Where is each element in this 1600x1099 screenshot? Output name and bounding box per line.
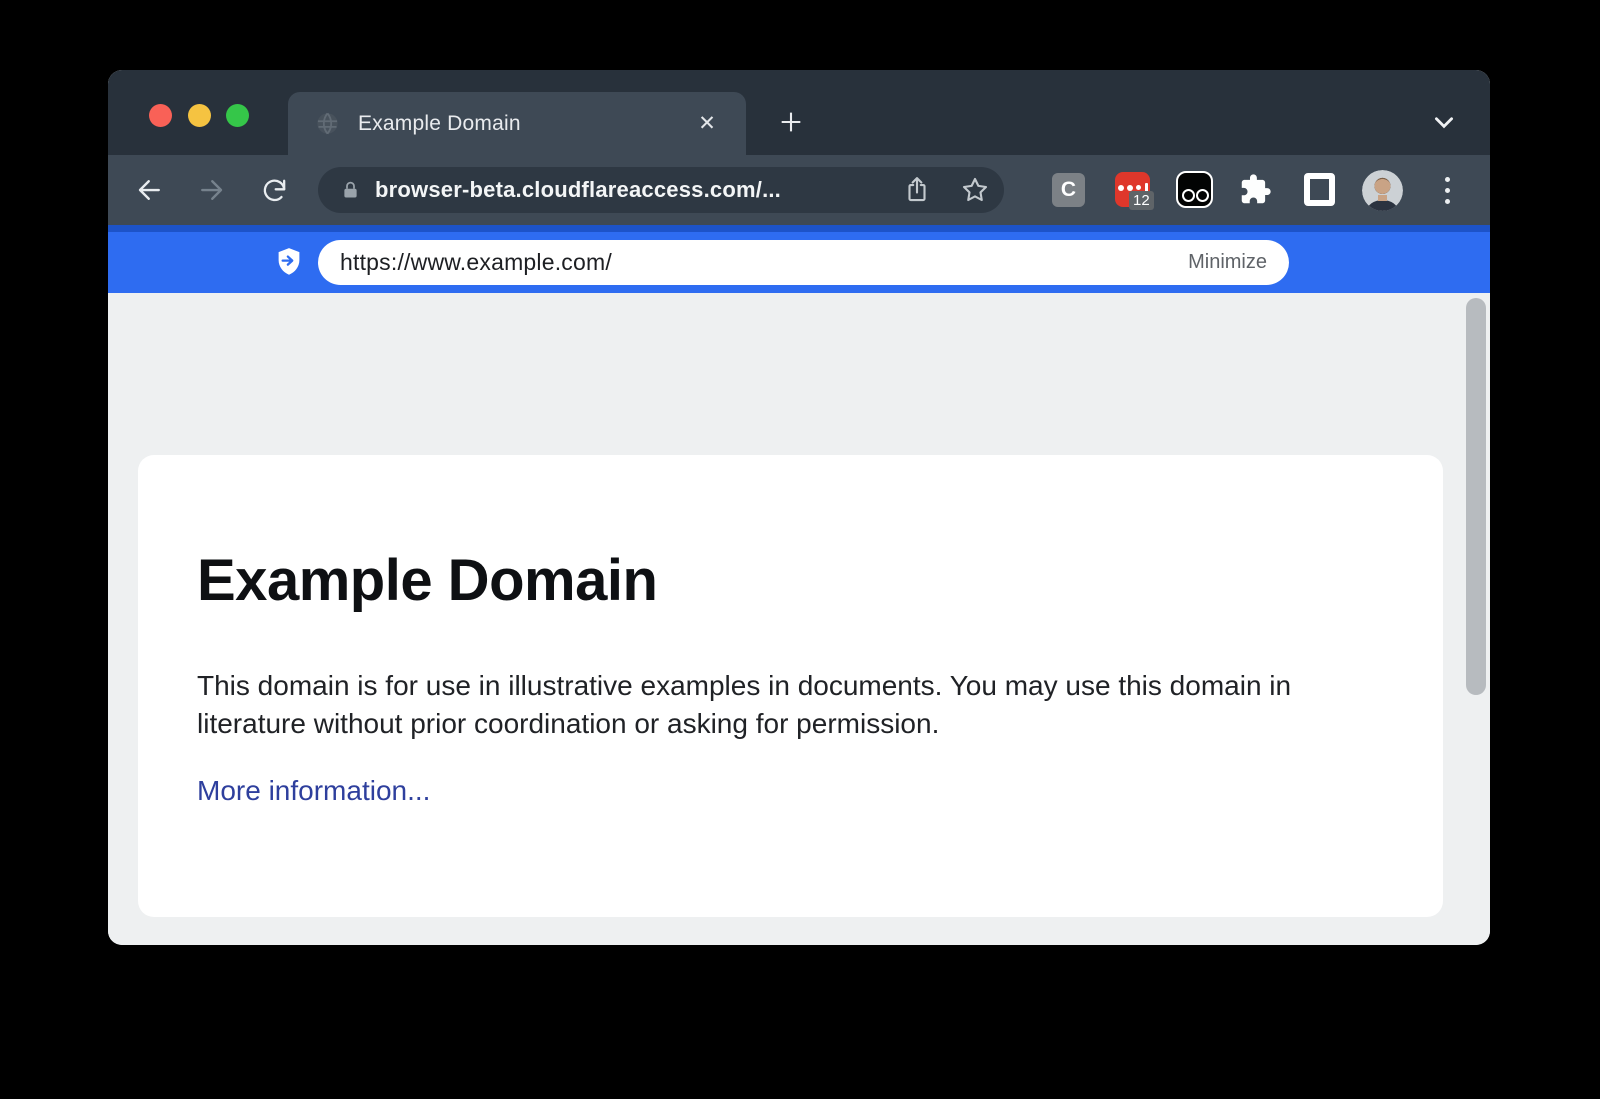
tab-strip: Example Domain ✕ <box>108 70 1490 155</box>
extension-badge: 12 <box>1129 191 1154 210</box>
address-url-text: browser-beta.cloudflareaccess.com/... <box>375 177 781 203</box>
isolated-url-text: https://www.example.com/ <box>340 249 612 276</box>
minimize-button[interactable]: Minimize <box>1188 251 1267 274</box>
globe-favicon-icon <box>314 110 341 137</box>
tab-title: Example Domain <box>358 112 521 136</box>
extensions-puzzle-icon[interactable] <box>1239 173 1272 206</box>
extension-glasses-icon[interactable] <box>1176 171 1213 208</box>
chevron-down-icon[interactable] <box>1424 102 1464 142</box>
back-button[interactable] <box>132 172 168 208</box>
macos-minimize-button[interactable] <box>188 104 211 127</box>
page-body-text: This domain is for use in illustrative e… <box>197 667 1352 743</box>
isolated-url-input[interactable]: https://www.example.com/ Minimize <box>318 240 1289 285</box>
macos-zoom-button[interactable] <box>226 104 249 127</box>
macos-close-button[interactable] <box>149 104 172 127</box>
lock-icon[interactable] <box>340 180 361 201</box>
extension-c-icon[interactable]: C <box>1052 173 1085 207</box>
example-domain-card: Example Domain This domain is for use in… <box>138 455 1443 917</box>
side-panel-icon[interactable] <box>1304 173 1335 206</box>
bookmark-star-icon[interactable] <box>960 175 990 210</box>
tab-close-icon[interactable]: ✕ <box>690 106 724 140</box>
profile-avatar[interactable] <box>1362 170 1403 211</box>
scrollbar-thumb[interactable] <box>1466 298 1486 695</box>
tab-example-domain[interactable]: Example Domain ✕ <box>288 92 746 155</box>
share-icon[interactable] <box>902 175 932 210</box>
extension-red-dots-icon[interactable]: 12 <box>1115 172 1150 207</box>
browser-menu-icon[interactable] <box>1438 171 1456 209</box>
address-bar[interactable]: browser-beta.cloudflareaccess.com/... <box>318 167 1004 213</box>
browser-toolbar: browser-beta.cloudflareaccess.com/... C … <box>108 155 1490 225</box>
shield-arrow-icon <box>275 247 303 282</box>
reload-button[interactable] <box>256 172 292 208</box>
page-viewport: Example Domain This domain is for use in… <box>108 293 1490 945</box>
more-information-link[interactable]: More information... <box>197 775 430 807</box>
browser-window: Example Domain ✕ <box>108 70 1490 945</box>
isolation-url-bar: https://www.example.com/ Minimize <box>108 225 1490 293</box>
forward-button[interactable] <box>193 172 229 208</box>
page-title: Example Domain <box>197 547 657 614</box>
new-tab-button[interactable] <box>768 99 814 145</box>
